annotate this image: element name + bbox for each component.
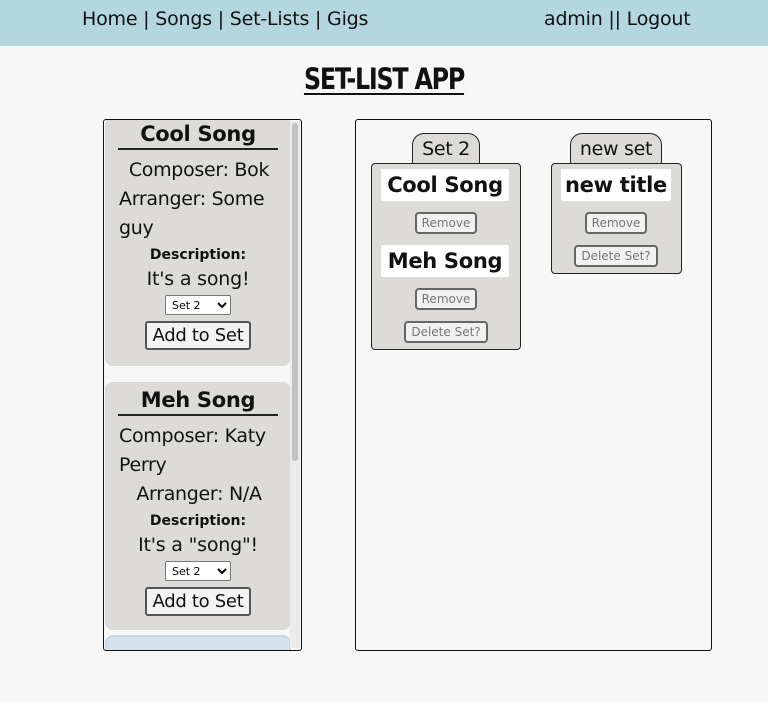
set-tab[interactable]: Set 2 xyxy=(412,133,480,164)
nav-logout-link[interactable]: Logout xyxy=(627,8,691,30)
remove-song-button[interactable]: Remove xyxy=(415,212,477,234)
song-list-panel[interactable]: Cool Song Composer: Bok Arranger: Some g… xyxy=(103,119,302,651)
page-title: SET-LIST APP xyxy=(303,62,465,96)
set-tab[interactable]: new set xyxy=(570,133,662,164)
song-composer: Composer: Katy Perry xyxy=(119,425,266,476)
add-to-set-button[interactable]: Add to Set xyxy=(144,321,252,350)
navbar: Home | Songs | Set-Lists | Gigs admin ||… xyxy=(0,0,768,46)
delete-set-button[interactable]: Delete Set? xyxy=(574,245,658,267)
song-list-scrollbar[interactable] xyxy=(290,121,300,648)
set-song-item: Meh Song xyxy=(381,245,509,277)
set-box: new title Remove Delete Set? xyxy=(551,163,682,274)
description-label: Description: xyxy=(149,247,247,263)
song-card: Meh Song Composer: Katy Perry Arranger: … xyxy=(105,382,291,630)
nav-user-area: admin || Logout xyxy=(544,8,691,30)
nav-separator: | xyxy=(143,8,150,30)
nav-separator: | xyxy=(217,8,224,30)
nav-user-link[interactable]: admin xyxy=(544,8,603,30)
remove-song-button[interactable]: Remove xyxy=(585,212,647,234)
song-card-partial xyxy=(105,635,291,650)
nav-separator: | xyxy=(315,8,322,30)
remove-song-button[interactable]: Remove xyxy=(415,288,477,310)
add-to-set-button[interactable]: Add to Set xyxy=(144,587,252,616)
song-title: Cool Song xyxy=(118,122,278,150)
song-composer: Composer: Bok xyxy=(128,159,270,181)
description-label: Description: xyxy=(149,513,247,529)
set-select[interactable]: Set 2 xyxy=(165,561,231,581)
set-box: Cool Song Remove Meh Song Remove Delete … xyxy=(371,163,521,350)
nav-gigs-link[interactable]: Gigs xyxy=(327,8,368,30)
nav-songs-link[interactable]: Songs xyxy=(155,8,212,30)
nav-user-separator: || xyxy=(608,8,621,30)
song-arranger: Arranger: Some guy xyxy=(119,188,265,239)
song-description: It's a "song"! xyxy=(138,534,258,556)
song-description: It's a song! xyxy=(146,268,250,290)
set-select[interactable]: Set 2 xyxy=(165,295,231,315)
song-card: Cool Song Composer: Bok Arranger: Some g… xyxy=(105,120,291,366)
song-arranger: Arranger: N/A xyxy=(136,483,262,505)
nav-home-link[interactable]: Home xyxy=(82,8,138,30)
nav-setlists-link[interactable]: Set-Lists xyxy=(230,8,310,30)
set-song-item: Cool Song xyxy=(381,169,509,201)
sets-panel: Set 2 Cool Song Remove Meh Song Remove D… xyxy=(355,119,712,651)
scrollbar-thumb[interactable] xyxy=(292,123,298,461)
song-title: Meh Song xyxy=(118,388,278,416)
set-song-item: new title xyxy=(561,169,671,201)
delete-set-button[interactable]: Delete Set? xyxy=(404,321,488,343)
nav-links: Home | Songs | Set-Lists | Gigs xyxy=(82,8,368,30)
